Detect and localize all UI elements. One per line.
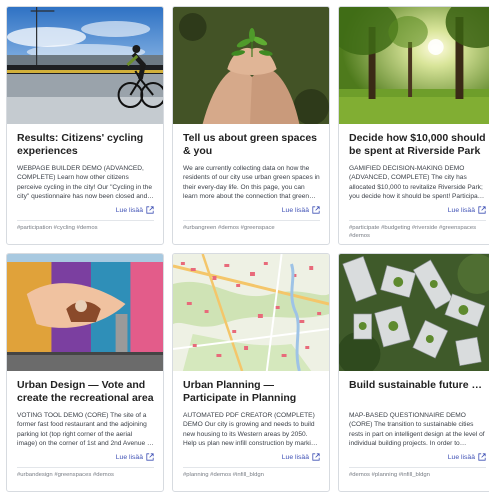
content-card[interactable]: Build sustainable future with us MAP-BAS… [338,253,489,492]
card-image[interactable] [7,7,163,124]
card-title: Urban Design — Vote and create the recre… [17,379,154,404]
card-tags: #participation #cycling #demos [17,225,98,231]
read-more-link[interactable]: Lue lisää [282,207,309,214]
external-link-icon[interactable] [478,453,486,461]
card-description: MAP-BASED QUESTIONNAIRE DEMO (CORE) The … [349,412,485,448]
external-link-icon[interactable] [146,453,154,461]
content-card[interactable]: Decide how $10,000 should be spent at Ri… [338,6,489,245]
card-divider [17,220,154,221]
card-title: Decide how $10,000 should be spent at Ri… [349,132,486,157]
card-description: VOTING TOOL DEMO (CORE) The site of a fo… [17,412,152,448]
card-title: Tell us about green spaces & you [183,132,318,157]
card-title: Results: Citizens' cycling experiences [17,132,144,157]
card-title: Urban Planning — Participate in Planning… [183,379,297,404]
content-card[interactable]: Results: Citizens' cycling experiences W… [6,6,164,245]
card-divider [183,467,320,468]
card-description: We are currently collecting data on how … [183,165,320,201]
card-image[interactable] [7,254,163,371]
content-card[interactable]: Tell us about green spaces & you We are … [172,6,330,245]
card-tags: #demos #planning #infill_bldgn [349,472,430,478]
card-tags: #urbangreen #demos #greenspace [183,225,275,231]
card-description: WEBPAGE BUILDER DEMO (ADVANCED, COMPLETE… [17,165,153,201]
card-description: AUTOMATED PDF CREATOR (COMPLETE) DEMO Ou… [183,412,319,448]
card-image[interactable] [173,7,329,124]
card-tags: #participate #budgeting #riverside #gree… [349,225,477,239]
read-more-link[interactable]: Lue lisää [282,454,309,461]
card-tags: #planning #demos #infill_bldgn [183,472,264,478]
card-description: GAMIFIED DECISION-MAKING DEMO (ADVANCED,… [349,165,484,201]
read-more-link[interactable]: Lue lisää [448,454,475,461]
read-more-link[interactable]: Lue lisää [448,207,475,214]
card-tags: #urbandesign #greenspaces #demos [17,472,114,478]
card-divider [349,467,486,468]
card-divider [17,467,154,468]
external-link-icon[interactable] [312,453,320,461]
card-divider [349,220,486,221]
card-image[interactable] [339,7,489,124]
card-title: Build sustainable future with us [349,379,486,391]
content-card-grid: Results: Citizens' cycling experiences W… [6,6,489,492]
content-card[interactable]: Urban Planning — Participate in Planning… [172,253,330,492]
card-image[interactable] [173,254,329,371]
external-link-icon[interactable] [312,206,320,214]
read-more-link[interactable]: Lue lisää [116,454,143,461]
content-card[interactable]: Urban Design — Vote and create the recre… [6,253,164,492]
external-link-icon[interactable] [478,206,486,214]
card-divider [183,220,320,221]
read-more-link[interactable]: Lue lisää [116,207,143,214]
external-link-icon[interactable] [146,206,154,214]
card-image[interactable] [339,254,489,371]
